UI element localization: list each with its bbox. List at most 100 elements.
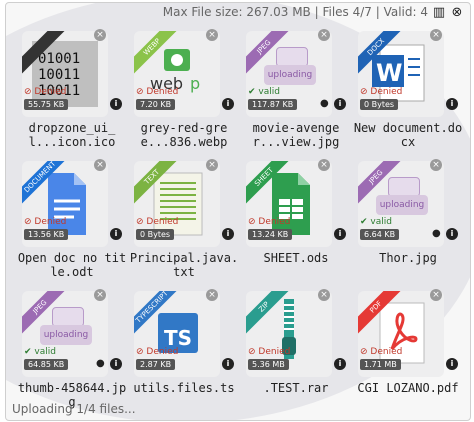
file-size: 6.64 KB <box>360 229 400 240</box>
file-name: Thor.jpg <box>379 251 437 265</box>
uploading-label: uploading <box>264 65 316 85</box>
file-name: CGI LOZANO.pdf <box>357 381 459 395</box>
file-name: .TEST.rar <box>263 381 329 395</box>
upload-progress-text: Uploading 1/4 files... <box>12 402 136 416</box>
file-status: ✔ valid <box>248 87 280 97</box>
remove-file-button[interactable]: × <box>430 159 442 171</box>
clear-all-icon[interactable]: ⊗ <box>450 5 464 20</box>
file-name: utils.files.ts <box>133 381 235 395</box>
jpeg-preview-icon <box>388 177 420 197</box>
file-status-text: Denied <box>258 347 291 357</box>
file-item[interactable]: uploading JPEG × ✔ valid 6.64 KB ● i Tho… <box>352 157 464 287</box>
file-name: Open doc no title.odt <box>17 251 127 279</box>
file-size: 0 Bytes <box>136 229 175 240</box>
info-icon[interactable]: i <box>334 98 346 110</box>
file-status: ⊘ Denied <box>248 217 291 227</box>
info-icon[interactable]: i <box>222 228 234 240</box>
file-status-text: Denied <box>146 87 179 97</box>
file-status: ✔ valid <box>360 217 392 227</box>
file-status: ⊘ Denied <box>136 87 179 97</box>
jpeg-preview-icon <box>52 307 84 327</box>
svg-text:10011: 10011 <box>38 67 80 83</box>
file-item[interactable]: ZIP × ⊘ Denied 5.36 MB i .TEST.rar <box>240 287 352 417</box>
preview-eye-icon[interactable]: ● <box>96 358 108 370</box>
file-dropzone[interactable]: Max File size: 267.03 MB | Files 4/7 | V… <box>5 2 471 421</box>
remove-file-button[interactable]: × <box>206 29 218 41</box>
info-icon[interactable]: i <box>110 358 122 370</box>
info-icon[interactable]: i <box>222 358 234 370</box>
file-size: 13.56 KB <box>24 229 69 240</box>
file-item[interactable]: SHEET × ⊘ Denied 13.24 KB i SHEET.ods <box>240 157 352 287</box>
uploading-label: uploading <box>376 195 428 215</box>
remove-file-button[interactable]: × <box>206 289 218 301</box>
file-size: 117.87 KB <box>248 99 298 110</box>
file-size: 2.87 KB <box>136 359 176 370</box>
file-status-text: Denied <box>370 87 403 97</box>
info-icon[interactable]: i <box>334 358 346 370</box>
jpeg-preview-icon <box>276 47 308 67</box>
file-name: grey-red-gree...836.webp <box>140 121 228 149</box>
file-item[interactable]: DOCUMENT × ⊘ Denied 13.56 KB i Open doc … <box>16 157 128 287</box>
file-item[interactable]: TS TYPESCRIPT × ⊘ Denied 2.87 KB i utils… <box>128 287 240 417</box>
file-size: 13.24 KB <box>248 229 293 240</box>
file-size: 55.75 KB <box>24 99 69 110</box>
file-size: 0 Bytes <box>360 99 399 110</box>
file-status: ⊘ Denied <box>136 217 179 227</box>
preview-eye-icon[interactable]: ● <box>432 228 444 240</box>
remove-file-button[interactable]: × <box>94 159 106 171</box>
remove-file-button[interactable]: × <box>94 29 106 41</box>
remove-file-button[interactable]: × <box>318 159 330 171</box>
remove-file-button[interactable]: × <box>206 159 218 171</box>
file-status: ⊘ Denied <box>248 347 291 357</box>
info-icon[interactable]: i <box>110 228 122 240</box>
file-status-text: Denied <box>146 217 179 227</box>
file-item[interactable]: uploading JPEG × ✔ valid 64.85 KB ● i th… <box>16 287 128 417</box>
remove-file-button[interactable]: × <box>94 289 106 301</box>
file-item[interactable]: web p WEBP × ⊘ Denied 7.20 KB i grey-red… <box>128 27 240 157</box>
info-icon[interactable]: i <box>446 228 458 240</box>
file-status-text: valid <box>34 347 56 357</box>
remove-file-button[interactable]: × <box>430 289 442 301</box>
file-item[interactable]: W DOCX × ⊘ Denied 0 Bytes i New document… <box>352 27 464 157</box>
svg-text:W: W <box>376 59 402 87</box>
file-status-text: Denied <box>370 347 403 357</box>
uploading-label: uploading <box>40 325 92 345</box>
file-size: 64.85 KB <box>24 359 69 370</box>
view-toggle-icon[interactable]: ▥ <box>432 5 446 20</box>
file-size: 7.20 KB <box>136 99 176 110</box>
file-status: ⊘ Denied <box>360 87 403 97</box>
file-size: 1.71 MB <box>360 359 401 370</box>
file-status: ⊘ Denied <box>136 347 179 357</box>
info-icon[interactable]: i <box>334 228 346 240</box>
file-name: New document.docx <box>353 121 463 149</box>
file-status-text: Denied <box>34 217 67 227</box>
file-status-text: Denied <box>146 347 179 357</box>
file-status: ⊘ Denied <box>360 347 403 357</box>
preview-eye-icon[interactable]: ● <box>320 98 332 110</box>
file-name: SHEET.ods <box>263 251 329 265</box>
file-name: Principal.java.txt <box>129 251 239 279</box>
remove-file-button[interactable]: × <box>430 29 442 41</box>
file-item[interactable]: 01001 10011 10011 × ⊘ Denied 55.75 KB i … <box>16 27 128 157</box>
info-icon[interactable]: i <box>222 98 234 110</box>
header-info: Max File size: 267.03 MB | Files 4/7 | V… <box>162 5 428 19</box>
file-status: ⊘ Denied <box>24 87 67 97</box>
info-icon[interactable]: i <box>110 98 122 110</box>
file-status-text: valid <box>370 217 392 227</box>
svg-text:01001: 01001 <box>38 51 80 67</box>
file-status-text: Denied <box>34 87 67 97</box>
file-status: ⊘ Denied <box>24 217 67 227</box>
file-name: dropzone_ui_l...icon.ico <box>28 121 116 149</box>
info-icon[interactable]: i <box>446 98 458 110</box>
file-item[interactable]: PDF × ⊘ Denied 1.71 MB i CGI LOZANO.pdf <box>352 287 464 417</box>
remove-file-button[interactable]: × <box>318 29 330 41</box>
svg-text:p: p <box>190 74 200 93</box>
dropzone-header: Max File size: 267.03 MB | Files 4/7 | V… <box>162 5 464 20</box>
info-icon[interactable]: i <box>446 358 458 370</box>
file-status-text: Denied <box>258 217 291 227</box>
file-item[interactable]: TEXT × ⊘ Denied 0 Bytes i Principal.java… <box>128 157 240 287</box>
file-item[interactable]: uploading JPEG × ✔ valid 117.87 KB ● i m… <box>240 27 352 157</box>
file-status-text: valid <box>258 87 280 97</box>
remove-file-button[interactable]: × <box>318 289 330 301</box>
file-status: ✔ valid <box>24 347 56 357</box>
